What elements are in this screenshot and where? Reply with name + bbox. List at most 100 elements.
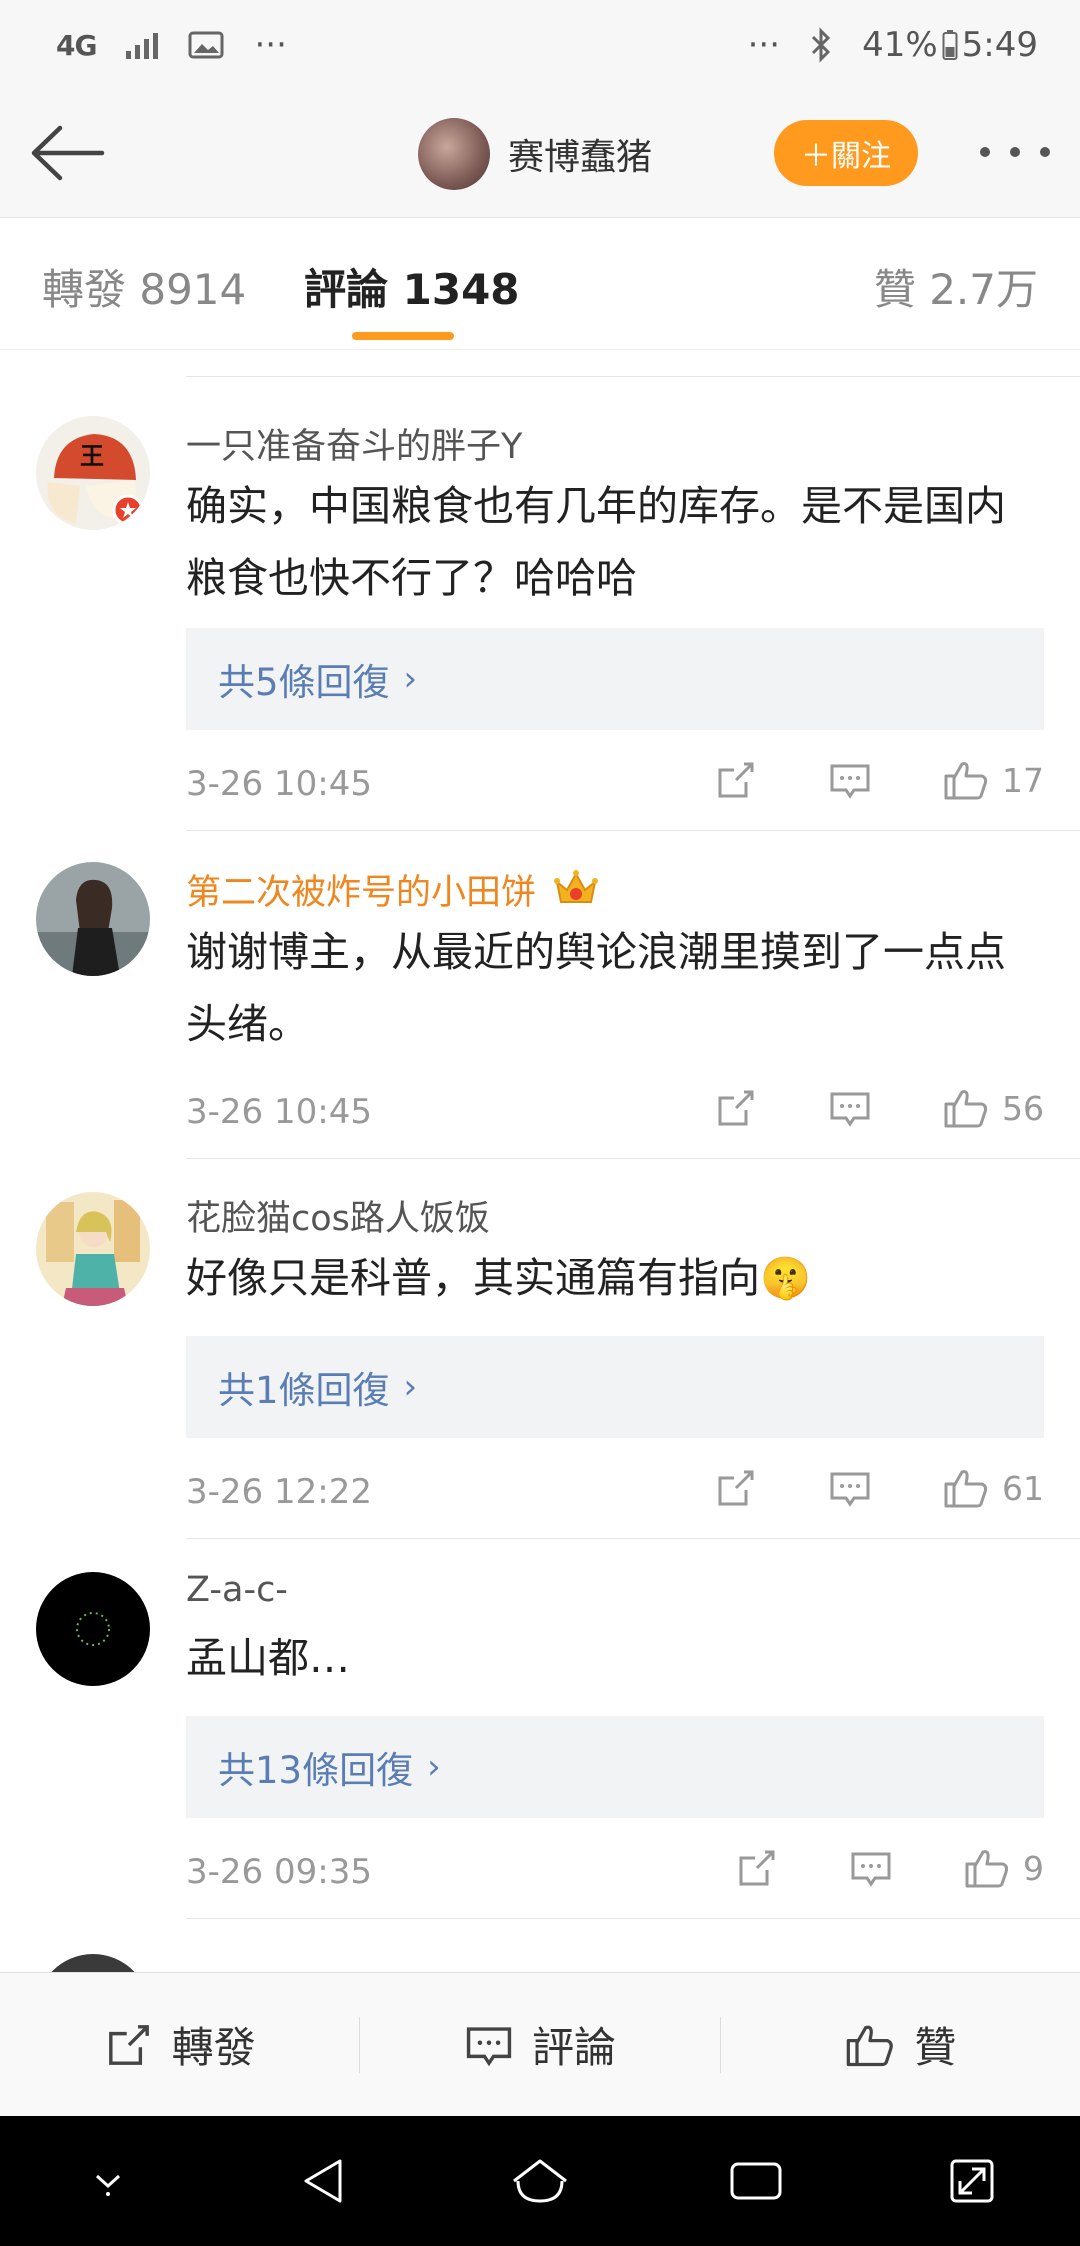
commenter-name[interactable]: 一只准备奋斗的胖子Y (186, 418, 522, 469)
app-header: 赛博蠢猪 ＋關注 (0, 90, 1080, 218)
tab-repost[interactable]: 轉發 8914 (42, 256, 246, 317)
vip-crown-icon (554, 870, 599, 903)
repost-button[interactable] (714, 1466, 758, 1510)
reply-button[interactable] (828, 758, 872, 802)
chevron-right-icon: › (403, 1367, 418, 1407)
bottom-like-button[interactable]: 贊 (721, 1973, 1080, 2116)
commenter-name[interactable]: 花脸猫cos路人饭饭 (186, 1190, 490, 1241)
comment-icon (830, 764, 870, 799)
nav-recents-button[interactable] (711, 2136, 801, 2226)
back-button[interactable] (28, 120, 108, 186)
chevron-right-icon: › (427, 1747, 441, 1787)
divider (186, 1918, 1080, 1919)
share-icon (718, 1090, 754, 1126)
recents-icon (730, 2162, 782, 2200)
nav-expand-button[interactable] (927, 2136, 1017, 2226)
comment-icon (851, 1852, 891, 1887)
comment-icon (466, 2026, 512, 2066)
like-button[interactable]: 61 (942, 1464, 1044, 1512)
like-button[interactable]: 9 (963, 1844, 1044, 1892)
share-icon (739, 1850, 775, 1886)
tab-like[interactable]: 贊 2.7万 (874, 256, 1038, 317)
dot-icon (1040, 147, 1050, 157)
battery-icon (942, 29, 958, 61)
like-count: 56 (1002, 1088, 1044, 1128)
back-triangle-icon (304, 2159, 342, 2203)
more-status-indicator: ··· (747, 25, 781, 65)
thumbs-up-icon (944, 1090, 988, 1128)
status-right: ··· 41% 5:49 (748, 25, 1038, 65)
comment-time: 3-26 10:45 (186, 1092, 372, 1132)
header-username[interactable]: 赛博蠢猪 (508, 128, 652, 180)
repost-button[interactable] (714, 758, 758, 802)
repost-button[interactable] (735, 1846, 779, 1890)
bottom-comment-button[interactable]: 評論 (360, 1973, 719, 2116)
more-options-button[interactable] (980, 132, 1050, 172)
status-left: 4G ··· (56, 25, 287, 65)
comment-time: 3-26 09:35 (186, 1852, 372, 1892)
comment-actions: 61 (714, 1464, 1044, 1512)
signal-icon (126, 31, 159, 59)
header-avatar[interactable] (418, 118, 490, 190)
divider (186, 1158, 1080, 1159)
svg-text:王: 王 (80, 442, 104, 470)
bottom-comment-label: 評論 (531, 2023, 616, 2072)
commenter-avatar[interactable] (36, 862, 150, 976)
reply-button[interactable] (828, 1466, 872, 1510)
share-icon (718, 762, 754, 798)
tab-bar: 轉發 8914 評論 1348 贊 2.7万 (0, 218, 1080, 350)
view-replies-button[interactable]: 共5條回復 › (186, 628, 1044, 730)
dot-icon (980, 147, 990, 157)
nav-back-button[interactable] (279, 2136, 369, 2226)
reply-button[interactable] (849, 1846, 893, 1890)
comment-list[interactable]: 王 一只准备奋斗的胖子Y 确实，中国粮食也有几年的库存。是不是国内粮食也快不行了… (0, 350, 1080, 1972)
avatar-image: 王 (36, 416, 150, 530)
image-notification-icon (188, 30, 224, 60)
commenter-name[interactable]: Z-a-c- (186, 1570, 288, 1610)
bottom-repost-button[interactable]: 轉發 (0, 1973, 359, 2116)
view-replies-button[interactable]: 共1條回復 › (186, 1336, 1044, 1438)
battery-percent: 41% (862, 25, 938, 65)
thumbs-up-icon (965, 1850, 1009, 1888)
clock: 5:49 (961, 25, 1038, 65)
status-bar: 4G ··· ··· 41% 5:49 (0, 0, 1080, 90)
divider (186, 376, 1080, 377)
network-indicator: 4G (56, 28, 97, 62)
nav-home-button[interactable] (495, 2136, 585, 2226)
comment-actions: 56 (714, 1084, 1044, 1132)
commenter-avatar[interactable] (36, 1954, 150, 1972)
replies-count: 共13條回復 (218, 1749, 414, 1792)
hide-keyboard-button[interactable] (63, 2136, 153, 2226)
view-replies-button[interactable]: 共13條回復 › (186, 1716, 1044, 1818)
like-button[interactable]: 17 (942, 756, 1044, 804)
commenter-avatar[interactable]: 王 (36, 416, 150, 530)
commenter-avatar[interactable] (36, 1572, 150, 1686)
thumbs-up-icon (944, 762, 988, 800)
thumbs-up-icon (847, 2025, 894, 2066)
commenter-avatar[interactable] (36, 1192, 150, 1306)
divider (186, 1538, 1080, 1539)
bluetooth-icon (810, 27, 832, 63)
home-icon (513, 2159, 567, 2203)
like-count: 17 (1002, 760, 1044, 800)
commenter-name-text: 第二次被炸号的小田饼 (186, 873, 537, 913)
system-navigation-bar (0, 2116, 1080, 2246)
comment-icon (830, 1092, 870, 1127)
like-button[interactable]: 56 (942, 1084, 1044, 1132)
like-count: 9 (1023, 1848, 1044, 1888)
back-arrow-icon (31, 125, 105, 181)
commenter-name[interactable]: 第二次被炸号的小田饼 (186, 864, 599, 915)
avatar-image (36, 862, 150, 976)
profile-summary[interactable]: 赛博蠢猪 (418, 118, 652, 190)
divider (186, 830, 1080, 831)
like-count: 61 (1002, 1468, 1044, 1508)
comment-text: 好像只是科普，其实通篇有指向🤫 (186, 1254, 812, 1302)
dot-icon (1010, 147, 1020, 157)
comment-actions: 17 (714, 756, 1044, 804)
chevron-right-icon: › (403, 659, 418, 699)
reply-button[interactable] (828, 1086, 872, 1130)
tab-comment[interactable]: 評論 1348 (304, 256, 520, 317)
follow-button[interactable]: ＋關注 (774, 120, 918, 186)
repost-button[interactable] (714, 1086, 758, 1130)
chevron-down-icon (95, 2174, 121, 2196)
